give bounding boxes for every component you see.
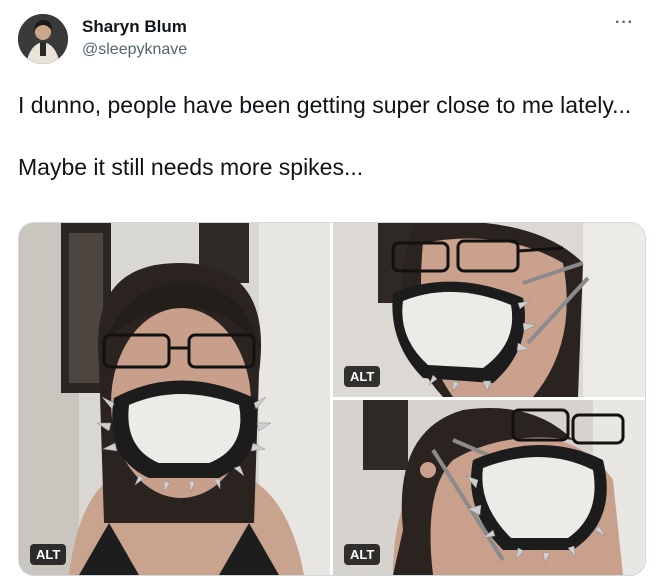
tweet-photo[interactable]: ALT [19, 223, 330, 575]
alt-badge[interactable]: ALT [30, 544, 67, 565]
author-name[interactable]: Sharyn Blum [82, 17, 187, 37]
tweet-photo[interactable]: ALT [333, 223, 645, 397]
alt-badge[interactable]: ALT [344, 544, 381, 565]
tweet-photo[interactable]: ALT [333, 400, 645, 575]
author-handle[interactable]: @sleepyknave [82, 41, 187, 59]
avatar[interactable] [18, 14, 68, 64]
tweet-text-line: Maybe it still needs more spikes... [18, 154, 364, 180]
more-options-icon[interactable]: ··· [615, 14, 634, 32]
tweet-text: I dunno, people have been getting super … [18, 90, 638, 183]
tweet-text-line: I dunno, people have been getting super … [18, 92, 632, 118]
alt-badge[interactable]: ALT [344, 366, 381, 387]
media-gallery: ALT ALT ALT [18, 222, 646, 576]
